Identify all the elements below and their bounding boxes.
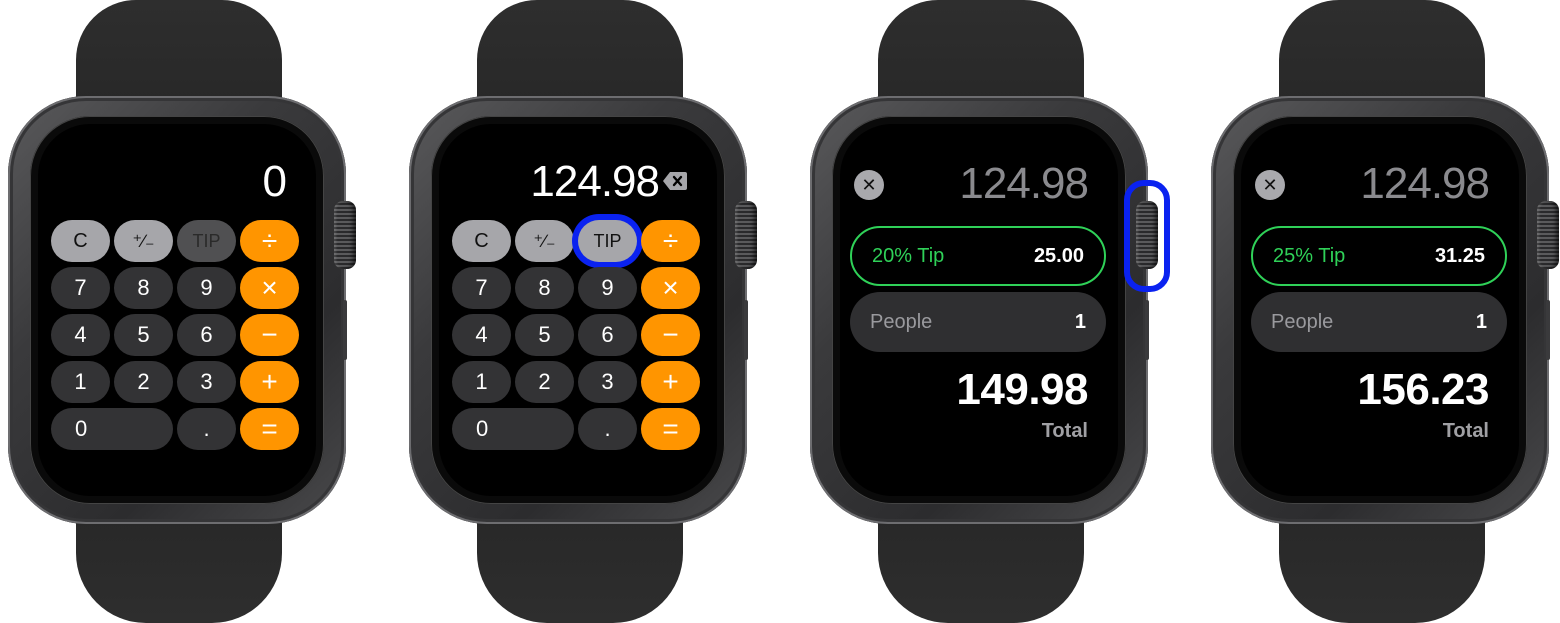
side-button[interactable] bbox=[744, 300, 748, 360]
calculator-display: 0 bbox=[262, 157, 288, 206]
backspace-icon[interactable] bbox=[663, 171, 687, 191]
total-label: Total bbox=[1442, 420, 1489, 442]
decimal-button[interactable]: . bbox=[578, 408, 637, 450]
add-button[interactable]: + bbox=[240, 361, 299, 403]
clear-button[interactable]: C bbox=[51, 220, 110, 262]
divide-button[interactable]: ÷ bbox=[641, 220, 700, 262]
tip-percentage-row[interactable]: 25% Tip 31.25 bbox=[1251, 226, 1507, 286]
calculator-display: 124.98 bbox=[530, 157, 660, 206]
people-row[interactable]: People 1 bbox=[850, 292, 1106, 352]
watch-case: ✕ 124.98 25% Tip 31.25 People 1 156.23 T… bbox=[1211, 96, 1549, 524]
digit-6-button[interactable]: 6 bbox=[578, 314, 637, 356]
base-amount: 124.98 bbox=[959, 159, 1089, 208]
close-button[interactable]: ✕ bbox=[1255, 170, 1285, 200]
divide-button[interactable]: ÷ bbox=[240, 220, 299, 262]
people-count: 1 bbox=[1475, 310, 1487, 333]
watch-bezel: ✕ 124.98 20% Tip 25.00 People 1 149.98 T… bbox=[832, 116, 1126, 504]
calculator-keypad: C ⁺∕₋ TIP ÷ 7 8 9 × 4 5 6 − 1 2 3 + 0 . … bbox=[452, 220, 702, 450]
digit-8-button[interactable]: 8 bbox=[515, 267, 574, 309]
digit-1-button[interactable]: 1 bbox=[51, 361, 110, 403]
tip-amount: 25.00 bbox=[1033, 244, 1084, 267]
digit-7-button[interactable]: 7 bbox=[51, 267, 110, 309]
digit-4-button[interactable]: 4 bbox=[452, 314, 511, 356]
watch-case: ✕ 124.98 20% Tip 25.00 People 1 149.98 T… bbox=[810, 96, 1148, 524]
digit-0-button[interactable]: 0 bbox=[51, 408, 173, 450]
watch-calculator-entered: 124.98 C ⁺∕₋ TIP ÷ 7 8 9 × 4 5 6 − 1 2 3… bbox=[401, 0, 791, 623]
clear-button[interactable]: C bbox=[452, 220, 511, 262]
equals-button[interactable]: = bbox=[641, 408, 700, 450]
digit-8-button[interactable]: 8 bbox=[114, 267, 173, 309]
watch-screen: ✕ 124.98 20% Tip 25.00 People 1 149.98 T… bbox=[840, 124, 1118, 496]
digit-2-button[interactable]: 2 bbox=[114, 361, 173, 403]
digit-5-button[interactable]: 5 bbox=[515, 314, 574, 356]
crown-highlight-outline bbox=[1124, 180, 1170, 292]
close-icon: ✕ bbox=[1262, 174, 1278, 195]
tip-percentage-row[interactable]: 20% Tip 25.00 bbox=[850, 226, 1106, 286]
people-label: People bbox=[870, 310, 933, 333]
watch-calculator-empty: 0 C ⁺∕₋ TIP ÷ 7 8 9 × 4 5 6 − 1 2 3 + 0 … bbox=[0, 0, 390, 623]
watch-screen: 0 C ⁺∕₋ TIP ÷ 7 8 9 × 4 5 6 − 1 2 3 + 0 … bbox=[38, 124, 316, 496]
people-count: 1 bbox=[1074, 310, 1086, 333]
digit-3-button[interactable]: 3 bbox=[578, 361, 637, 403]
multiply-button[interactable]: × bbox=[240, 267, 299, 309]
watch-bezel: ✕ 124.98 25% Tip 31.25 People 1 156.23 T… bbox=[1233, 116, 1527, 504]
tip-percentage-label: 20% Tip bbox=[872, 244, 945, 267]
decimal-button[interactable]: . bbox=[177, 408, 236, 450]
watch-screen: 124.98 C ⁺∕₋ TIP ÷ 7 8 9 × 4 5 6 − 1 2 3… bbox=[439, 124, 717, 496]
close-button[interactable]: ✕ bbox=[854, 170, 884, 200]
people-row[interactable]: People 1 bbox=[1251, 292, 1507, 352]
plus-minus-button[interactable]: ⁺∕₋ bbox=[114, 220, 173, 262]
watch-bezel: 0 C ⁺∕₋ TIP ÷ 7 8 9 × 4 5 6 − 1 2 3 + 0 … bbox=[30, 116, 324, 504]
people-label: People bbox=[1271, 310, 1334, 333]
total-value: 149.98 bbox=[956, 365, 1088, 414]
digit-9-button[interactable]: 9 bbox=[177, 267, 236, 309]
total-label: Total bbox=[1041, 420, 1088, 442]
add-button[interactable]: + bbox=[641, 361, 700, 403]
tip-amount: 31.25 bbox=[1434, 244, 1485, 267]
digit-4-button[interactable]: 4 bbox=[51, 314, 110, 356]
digit-2-button[interactable]: 2 bbox=[515, 361, 574, 403]
base-amount: 124.98 bbox=[1360, 159, 1490, 208]
digital-crown[interactable] bbox=[334, 201, 356, 269]
calculator-keypad: C ⁺∕₋ TIP ÷ 7 8 9 × 4 5 6 − 1 2 3 + 0 . … bbox=[51, 220, 301, 450]
digit-0-button[interactable]: 0 bbox=[452, 408, 574, 450]
digit-9-button[interactable]: 9 bbox=[578, 267, 637, 309]
watch-case: 124.98 C ⁺∕₋ TIP ÷ 7 8 9 × 4 5 6 − 1 2 3… bbox=[409, 96, 747, 524]
watch-case: 0 C ⁺∕₋ TIP ÷ 7 8 9 × 4 5 6 − 1 2 3 + 0 … bbox=[8, 96, 346, 524]
watch-bezel: 124.98 C ⁺∕₋ TIP ÷ 7 8 9 × 4 5 6 − 1 2 3… bbox=[431, 116, 725, 504]
tip-button[interactable]: TIP bbox=[177, 220, 236, 262]
tip-button[interactable]: TIP bbox=[578, 220, 637, 262]
watch-screen: ✕ 124.98 25% Tip 31.25 People 1 156.23 T… bbox=[1241, 124, 1519, 496]
plus-minus-button[interactable]: ⁺∕₋ bbox=[515, 220, 574, 262]
tip-percentage-label: 25% Tip bbox=[1273, 244, 1346, 267]
subtract-button[interactable]: − bbox=[240, 314, 299, 356]
digit-7-button[interactable]: 7 bbox=[452, 267, 511, 309]
watch-tip-20: ✕ 124.98 20% Tip 25.00 People 1 149.98 T… bbox=[802, 0, 1192, 623]
digit-6-button[interactable]: 6 bbox=[177, 314, 236, 356]
close-icon: ✕ bbox=[861, 174, 877, 195]
total-value: 156.23 bbox=[1357, 365, 1489, 414]
digit-1-button[interactable]: 1 bbox=[452, 361, 511, 403]
digit-3-button[interactable]: 3 bbox=[177, 361, 236, 403]
multiply-button[interactable]: × bbox=[641, 267, 700, 309]
side-button[interactable] bbox=[343, 300, 347, 360]
subtract-button[interactable]: − bbox=[641, 314, 700, 356]
watch-tip-25: ✕ 124.98 25% Tip 31.25 People 1 156.23 T… bbox=[1203, 0, 1560, 623]
digital-crown[interactable] bbox=[735, 201, 757, 269]
digit-5-button[interactable]: 5 bbox=[114, 314, 173, 356]
digital-crown[interactable] bbox=[1537, 201, 1559, 269]
equals-button[interactable]: = bbox=[240, 408, 299, 450]
side-button[interactable] bbox=[1546, 300, 1550, 360]
side-button[interactable] bbox=[1145, 300, 1149, 360]
